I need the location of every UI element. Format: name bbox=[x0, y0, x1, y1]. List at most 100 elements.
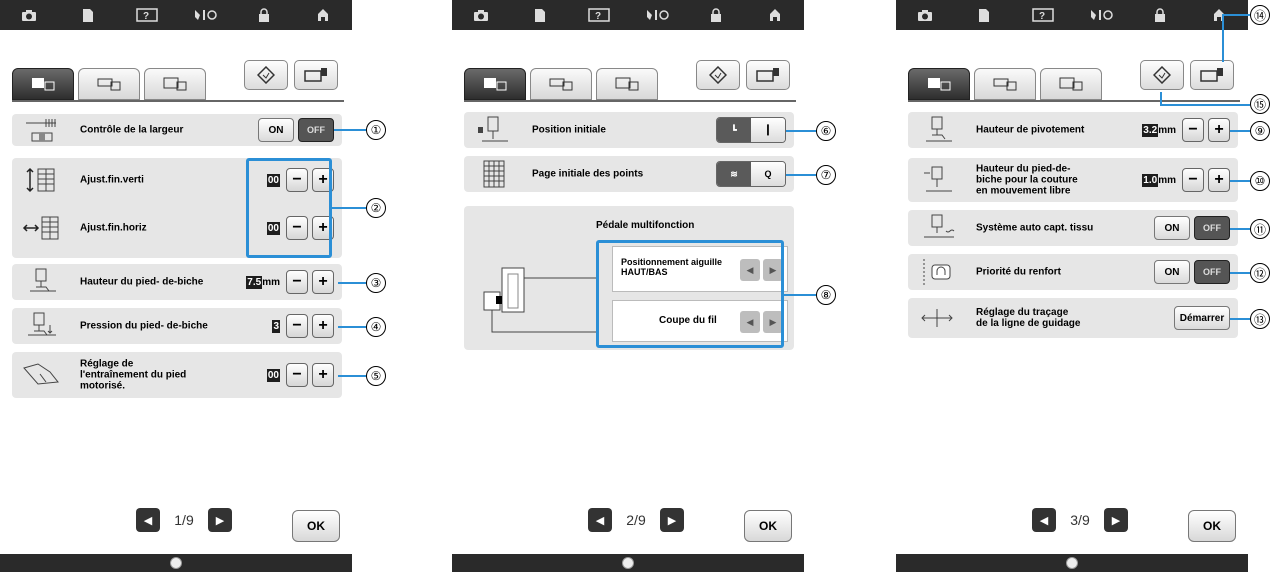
plus-button[interactable]: + bbox=[312, 270, 334, 294]
eco-mode-button[interactable] bbox=[696, 60, 740, 90]
setting-label: Hauteur du pied-de- biche pour la coutur… bbox=[976, 163, 1078, 197]
tab-embroidery-settings[interactable] bbox=[596, 68, 658, 100]
camera-icon[interactable] bbox=[6, 4, 52, 26]
document-icon[interactable] bbox=[517, 4, 563, 26]
callout-number: ② bbox=[366, 198, 386, 218]
minus-button[interactable]: − bbox=[1182, 168, 1204, 192]
quilting-stitch-option[interactable]: Q bbox=[751, 162, 785, 186]
setting-label: Ajust.fin.horiz bbox=[80, 222, 147, 234]
callout-leader bbox=[786, 174, 816, 176]
tab-embroidery-settings[interactable] bbox=[1040, 68, 1102, 100]
minus-button[interactable]: − bbox=[1182, 118, 1204, 142]
document-icon[interactable] bbox=[65, 4, 111, 26]
camera-icon[interactable] bbox=[902, 4, 948, 26]
tools-icon[interactable] bbox=[182, 4, 228, 26]
tab-general-settings[interactable] bbox=[974, 68, 1036, 100]
pager: ◀ 1/9 ▶ bbox=[136, 508, 232, 532]
minus-button[interactable]: − bbox=[286, 270, 308, 294]
lock-icon[interactable] bbox=[1137, 4, 1183, 26]
top-right-buttons bbox=[244, 60, 338, 90]
row-fabric-sensor: Système auto capt. tissu ON OFF bbox=[908, 210, 1238, 246]
previous-page-button[interactable]: ◀ bbox=[136, 508, 160, 532]
needle-down-option[interactable]: ┗ bbox=[717, 118, 751, 142]
tab-utility-settings[interactable] bbox=[464, 68, 526, 100]
svg-text:?: ? bbox=[595, 11, 601, 22]
callout-leader bbox=[786, 130, 816, 132]
ok-button[interactable]: OK bbox=[292, 510, 340, 542]
lock-icon[interactable] bbox=[241, 4, 287, 26]
machine-settings-button[interactable] bbox=[294, 60, 338, 90]
tab-embroidery-settings[interactable] bbox=[144, 68, 206, 100]
row-width-control: Contrôle de la largeur ON OFF bbox=[12, 114, 342, 146]
plus-button[interactable]: + bbox=[312, 314, 334, 338]
callout-number: ③ bbox=[366, 273, 386, 293]
on-button[interactable]: ON bbox=[258, 118, 294, 142]
machine-settings-button[interactable] bbox=[746, 60, 790, 90]
status-bar bbox=[896, 554, 1248, 572]
pedal-title: Pédale multifonction bbox=[596, 220, 695, 231]
page-indicator: 2/9 bbox=[626, 512, 646, 528]
plus-button[interactable]: + bbox=[312, 363, 334, 387]
row-presser-height: Hauteur du pied- de-biche 7.5mm − + bbox=[12, 264, 342, 300]
home-icon[interactable] bbox=[752, 4, 798, 26]
minus-button[interactable]: − bbox=[286, 314, 308, 338]
utility-stitch-option[interactable]: ≋ bbox=[717, 162, 751, 186]
row-presser-pressure: Pression du pied- de-biche 3 − + bbox=[12, 308, 342, 344]
document-icon[interactable] bbox=[961, 4, 1007, 26]
callout-number: ⑩ bbox=[1250, 171, 1270, 191]
presser-foot-height-icon bbox=[20, 267, 64, 297]
settings-screen-1: ? Contrôle de la largeur ON OFF Ajust.fi… bbox=[0, 0, 352, 572]
minus-button[interactable]: − bbox=[286, 363, 308, 387]
tab-utility-settings[interactable] bbox=[908, 68, 970, 100]
lock-icon[interactable] bbox=[693, 4, 739, 26]
eco-mode-button[interactable] bbox=[1140, 60, 1184, 90]
clock-icon bbox=[1066, 557, 1078, 569]
home-icon[interactable] bbox=[300, 4, 346, 26]
page-indicator: 1/9 bbox=[174, 512, 194, 528]
clock-icon bbox=[170, 557, 182, 569]
tab-general-settings[interactable] bbox=[530, 68, 592, 100]
camera-icon[interactable] bbox=[458, 4, 504, 26]
needle-up-option[interactable]: ┃ bbox=[751, 118, 785, 142]
callout-leader bbox=[784, 294, 816, 296]
callout-highlight bbox=[246, 158, 332, 258]
callout-leader bbox=[1230, 180, 1250, 182]
next-page-button[interactable]: ▶ bbox=[208, 508, 232, 532]
previous-page-button[interactable]: ◀ bbox=[588, 508, 612, 532]
pager: ◀ 2/9 ▶ bbox=[588, 508, 684, 532]
callout-leader bbox=[338, 326, 366, 328]
help-icon[interactable]: ? bbox=[576, 4, 622, 26]
help-icon[interactable]: ? bbox=[124, 4, 170, 26]
callout-leader bbox=[332, 207, 366, 209]
off-button[interactable]: OFF bbox=[298, 118, 334, 142]
callout-number: ⑥ bbox=[816, 121, 836, 141]
needle-position-icon bbox=[472, 115, 516, 145]
free-motion-icon bbox=[916, 165, 960, 195]
ok-button[interactable]: OK bbox=[744, 510, 792, 542]
ok-button[interactable]: OK bbox=[1188, 510, 1236, 542]
plus-button[interactable]: + bbox=[1208, 168, 1230, 192]
plus-button[interactable]: + bbox=[1208, 118, 1230, 142]
start-button[interactable]: Démarrer bbox=[1174, 306, 1230, 330]
setting-label: Réglage de l'entraînement du pied motori… bbox=[80, 358, 187, 392]
status-bar bbox=[452, 554, 804, 572]
tab-utility-settings[interactable] bbox=[12, 68, 74, 100]
previous-page-button[interactable]: ◀ bbox=[1032, 508, 1056, 532]
tools-icon[interactable] bbox=[1078, 4, 1124, 26]
callout-leader bbox=[1222, 14, 1250, 16]
tab-general-settings[interactable] bbox=[78, 68, 140, 100]
setting-label: Réglage du traçage de la ligne de guidag… bbox=[976, 307, 1081, 329]
tools-icon[interactable] bbox=[634, 4, 680, 26]
top-toolbar: ? bbox=[896, 0, 1248, 30]
next-page-button[interactable]: ▶ bbox=[660, 508, 684, 532]
help-icon[interactable]: ? bbox=[1020, 4, 1066, 26]
on-button[interactable]: ON bbox=[1154, 216, 1190, 240]
on-button[interactable]: ON bbox=[1154, 260, 1190, 284]
machine-settings-button[interactable] bbox=[1190, 60, 1234, 90]
setting-label: Hauteur du pied- de-biche bbox=[80, 276, 204, 288]
off-button[interactable]: OFF bbox=[1194, 260, 1230, 284]
callout-number: ① bbox=[366, 120, 386, 140]
eco-mode-button[interactable] bbox=[244, 60, 288, 90]
off-button[interactable]: OFF bbox=[1194, 216, 1230, 240]
next-page-button[interactable]: ▶ bbox=[1104, 508, 1128, 532]
